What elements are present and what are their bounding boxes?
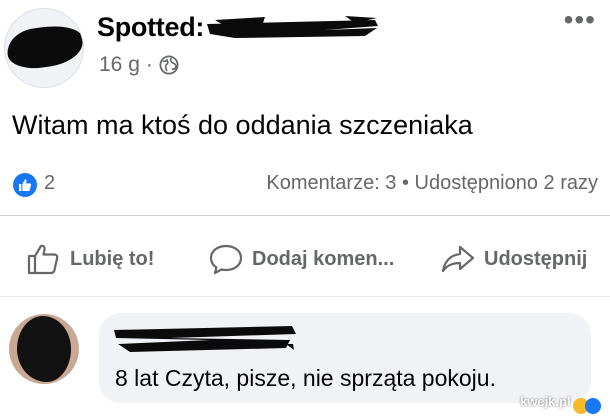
divider xyxy=(0,215,610,216)
thumbs-up-outline-icon xyxy=(27,244,59,275)
post-time[interactable]: 16 g xyxy=(99,53,140,77)
redacted-group-name xyxy=(207,16,378,38)
redaction-mark xyxy=(17,316,71,382)
group-name[interactable]: Spotted: xyxy=(97,12,204,43)
group-avatar[interactable] xyxy=(4,8,84,88)
post-card: Spotted: 16 g · ••• Witam ma ktoś do odd… xyxy=(0,0,610,417)
share-button[interactable]: Udostępnij xyxy=(440,243,587,275)
like-icon[interactable] xyxy=(13,173,37,197)
engagement-summary[interactable]: Komentarze: 3 • Udostępniono 2 razy xyxy=(266,172,598,195)
reaction-count[interactable]: 2 xyxy=(44,172,55,195)
meta-separator: · xyxy=(145,53,153,76)
like-label: Lubię to! xyxy=(70,247,155,270)
comment-text: 8 lat Czyta, pisze, nie sprząta pokoju. xyxy=(115,365,496,391)
redacted-commenter-name xyxy=(114,326,296,352)
thumbs-up-icon xyxy=(19,179,32,191)
post-meta: 16 g · xyxy=(99,53,179,77)
share-arrow-icon xyxy=(441,245,475,273)
more-options-button[interactable]: ••• xyxy=(564,6,596,34)
post-text: Witam ma ktoś do oddania szczeniaka xyxy=(12,110,473,140)
commenter-avatar[interactable] xyxy=(9,314,79,384)
share-label: Udostępnij xyxy=(484,247,588,270)
speech-bubble-icon xyxy=(209,244,243,275)
divider xyxy=(0,296,610,297)
watermark: kwejk.pl xyxy=(520,394,571,409)
comment-button[interactable]: Dodaj komen... xyxy=(208,243,394,275)
globe-icon xyxy=(159,55,179,75)
redaction-mark xyxy=(5,21,83,73)
like-button[interactable]: Lubię to! xyxy=(26,243,154,275)
comment-label: Dodaj komen... xyxy=(252,247,395,270)
